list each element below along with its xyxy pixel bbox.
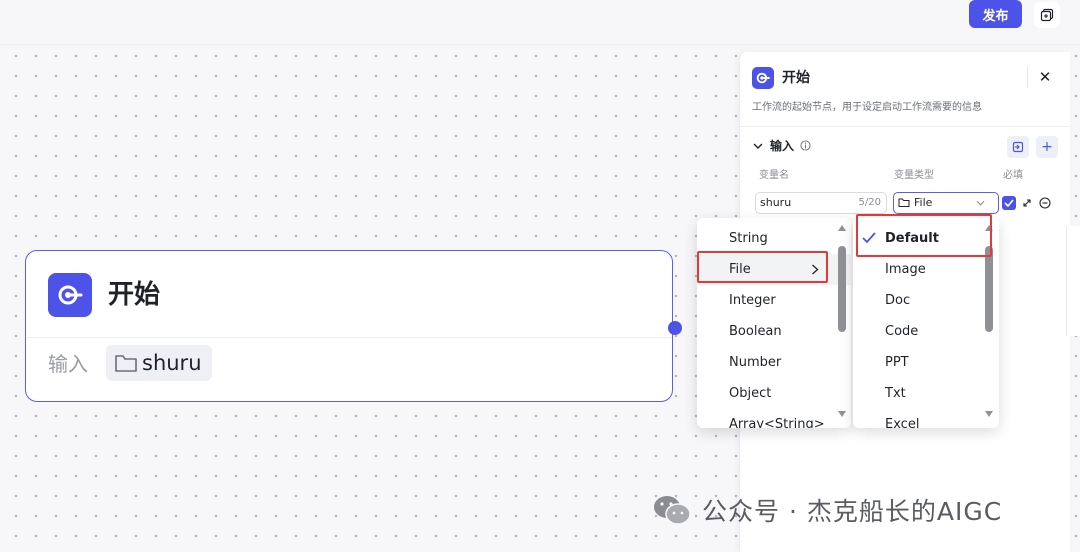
type-option-integer[interactable]: Integer (697, 285, 851, 316)
variable-type-value: File (914, 196, 933, 209)
highlight-box-file (697, 251, 828, 283)
file-option-txt[interactable]: Txt (853, 378, 999, 409)
scrollbar-thumb[interactable] (985, 246, 993, 332)
panel-edge (1066, 226, 1080, 336)
add-variable-button[interactable]: + (1036, 136, 1058, 158)
copy-window-icon[interactable] (1034, 2, 1060, 28)
chevron-down-icon[interactable] (752, 140, 764, 152)
variable-name-input[interactable]: shuru 5/20 (755, 192, 887, 214)
import-icon (1012, 141, 1024, 153)
input-section-title: 输入 (770, 139, 795, 153)
variable-type-menu: String File Integer Boolean Number Objec… (697, 218, 851, 428)
node-input-chip: shuru (106, 345, 212, 381)
scroll-down-icon[interactable] (985, 410, 993, 418)
node-input-label: 输入 (48, 352, 88, 376)
info-icon[interactable] (800, 140, 811, 151)
start-node[interactable]: 开始 输入 shuru (25, 250, 673, 402)
column-header-name: 变量名 (759, 170, 789, 181)
start-panel-icon (752, 67, 774, 89)
highlight-box-default (856, 214, 992, 257)
scroll-up-icon[interactable] (838, 224, 846, 232)
type-menu-scrollbar[interactable] (838, 224, 846, 420)
watermark: 公众号 · 杰克船长的AIGC (652, 490, 1002, 530)
column-header-required: 必填 (1003, 170, 1023, 181)
file-option-code[interactable]: Code (853, 316, 999, 347)
node-output-port[interactable] (668, 321, 682, 335)
panel-divider (1027, 66, 1028, 88)
variable-name-value: shuru (760, 196, 792, 209)
check-icon (1004, 199, 1014, 207)
folder-icon (898, 198, 910, 207)
remove-row-icon[interactable] (1038, 196, 1052, 210)
column-header-type: 变量类型 (894, 170, 934, 181)
expand-icon[interactable] (1020, 196, 1034, 210)
variable-name-count: 5/20 (858, 197, 881, 208)
file-option-doc[interactable]: Doc (853, 285, 999, 316)
panel-divider-line (740, 126, 1070, 127)
node-chip-label: shuru (142, 351, 202, 375)
panel-title: 开始 (782, 70, 810, 86)
close-icon[interactable]: ✕ (1034, 66, 1056, 88)
top-bar: 发布 (0, 0, 1080, 45)
type-option-object[interactable]: Object (697, 378, 851, 409)
watermark-text: 公众号 · 杰克船长的AIGC (702, 497, 1003, 526)
start-node-icon (48, 273, 92, 317)
file-option-ppt[interactable]: PPT (853, 347, 999, 378)
type-option-string[interactable]: String (697, 223, 851, 254)
type-option-boolean[interactable]: Boolean (697, 316, 851, 347)
chevron-down-icon (976, 200, 985, 206)
folder-icon (115, 355, 137, 372)
file-option-image[interactable]: Image (853, 254, 999, 285)
file-option-excel[interactable]: Excel (853, 409, 999, 428)
scrollbar-thumb[interactable] (838, 246, 846, 332)
type-option-number[interactable]: Number (697, 347, 851, 378)
publish-button[interactable]: 发布 (969, 0, 1022, 28)
node-divider (26, 337, 672, 338)
scroll-down-icon[interactable] (838, 410, 846, 418)
node-title: 开始 (108, 280, 161, 310)
panel-description: 工作流的起始节点，用于设定启动工作流需要的信息 (752, 102, 982, 113)
variable-type-select[interactable]: File (893, 192, 999, 214)
required-checkbox[interactable] (1002, 196, 1016, 210)
import-variable-button[interactable] (1007, 136, 1029, 158)
type-option-array-string[interactable]: Array<String> (697, 409, 851, 428)
wechat-icon (654, 496, 691, 525)
